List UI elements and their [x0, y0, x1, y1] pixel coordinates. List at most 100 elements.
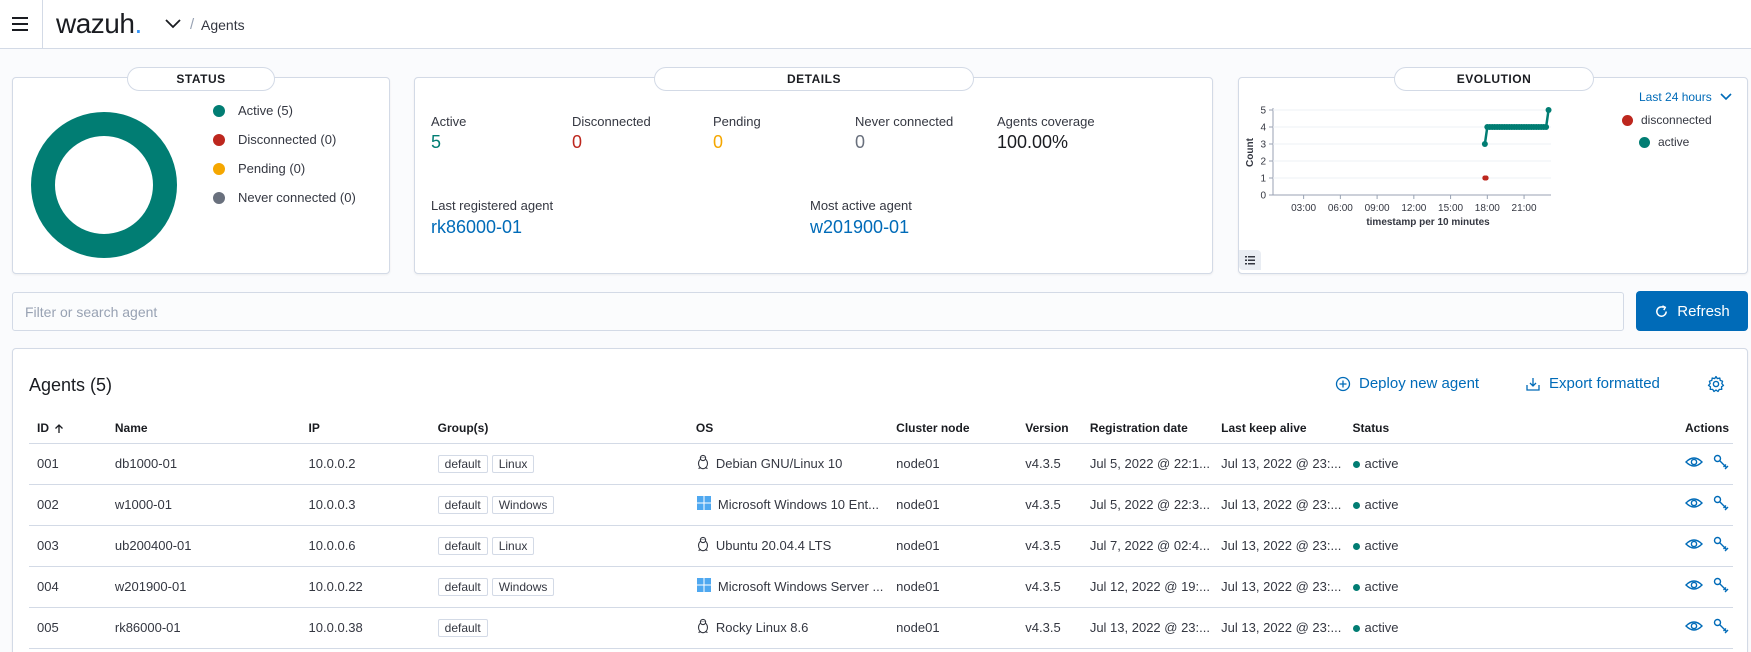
- group-tag[interactable]: default: [437, 536, 488, 555]
- table-row[interactable]: 005 rk86000-01 10.0.0.38 default Rocky Linux…: [29, 607, 1733, 649]
- cell-status: active: [1344, 566, 1474, 608]
- detail-stat-value[interactable]: 0: [855, 132, 865, 153]
- column-header[interactable]: Registration date: [1081, 413, 1214, 444]
- eye-icon[interactable]: [1685, 578, 1703, 595]
- wrench-icon[interactable]: [1713, 495, 1729, 514]
- table-row[interactable]: 002 w1000-01 10.0.0.3 default Windows Microso…: [29, 484, 1733, 526]
- status-legend-item[interactable]: Active (5): [213, 103, 293, 118]
- column-header[interactable]: IP: [300, 413, 430, 444]
- column-header[interactable]: ID: [29, 413, 107, 444]
- deploy-new-agent-button[interactable]: Deploy new agent: [1335, 375, 1479, 392]
- wrench-icon[interactable]: [1713, 454, 1729, 473]
- group-tag[interactable]: Windows: [491, 495, 555, 514]
- table-row[interactable]: 004 w201900-01 10.0.0.22 default Windows Micr…: [29, 566, 1733, 608]
- column-header[interactable]: Group(s): [429, 413, 688, 444]
- eye-icon[interactable]: [1685, 496, 1703, 513]
- cell-cluster-node: node01: [888, 525, 1018, 567]
- status-dot-1: [213, 133, 225, 146]
- last-registered-agent-link[interactable]: rk86000-01: [431, 217, 522, 238]
- eye-icon[interactable]: [1685, 537, 1703, 554]
- cell-registration-date: Jul 7, 2022 @ 02:4...: [1081, 525, 1214, 567]
- column-header[interactable]: Name: [106, 413, 301, 444]
- status-legend-item[interactable]: Never connected (0): [213, 190, 356, 205]
- chevron-down-icon[interactable]: [164, 18, 182, 30]
- group-tag[interactable]: default: [437, 495, 488, 514]
- wrench-icon[interactable]: [1713, 618, 1729, 637]
- status-legend-label: Pending (0): [238, 161, 306, 176]
- evolution-panel: EVOLUTION Last 24 hours disconnected acti…: [1238, 67, 1748, 274]
- windows-icon: [696, 577, 712, 596]
- cell-last-keep-alive: Jul 13, 2022 @ 23:...: [1213, 443, 1345, 485]
- cell-version-text: v4.3.5: [1025, 538, 1061, 553]
- agents-table-title: Agents (5): [29, 375, 113, 395]
- detail-stat-label: Agents coverage: [997, 114, 1095, 129]
- column-header[interactable]: Version: [1017, 413, 1082, 444]
- last-registered-label: Last registered agent: [431, 198, 554, 213]
- cell-ip: 10.0.0.22: [300, 566, 430, 608]
- cell-ip: 10.0.0.6: [300, 525, 430, 567]
- status-active-dot: [1352, 502, 1360, 510]
- wazuh-logo[interactable]: wazuh.: [56, 8, 142, 40]
- table-row[interactable]: 003 ub200400-01 10.0.0.6 default Linux Ubuntu…: [29, 525, 1733, 567]
- status-legend-label: Active (5): [238, 103, 293, 118]
- wrench-icon[interactable]: [1713, 536, 1729, 555]
- refresh-button[interactable]: Refresh: [1636, 291, 1748, 331]
- evolution-legend-item[interactable]: active: [1639, 135, 1689, 149]
- time-range-selector[interactable]: Last 24 hours: [1639, 90, 1732, 104]
- cell-last-keep-alive-text: Jul 13, 2022 @ 23:...: [1221, 456, 1342, 471]
- wrench-icon[interactable]: [1713, 577, 1729, 596]
- gear-icon[interactable]: [1707, 375, 1725, 393]
- evolution-legend-item[interactable]: disconnected: [1622, 113, 1712, 127]
- status-dot-3: [213, 191, 225, 204]
- os-name: Debian GNU/Linux 10: [715, 456, 843, 471]
- group-tag[interactable]: Linux: [491, 536, 535, 555]
- cell-registration-date-text: Jul 13, 2022 @ 23:...: [1089, 620, 1210, 635]
- column-header[interactable]: Status: [1344, 413, 1474, 444]
- group-tag[interactable]: Linux: [491, 454, 535, 473]
- export-formatted-button[interactable]: Export formatted: [1525, 375, 1660, 392]
- column-header[interactable]: Actions: [1473, 413, 1733, 444]
- y-tick-label: 2: [1260, 157, 1266, 168]
- status-legend-item[interactable]: Disconnected (0): [213, 132, 336, 147]
- group-tag[interactable]: Windows: [491, 577, 555, 596]
- group-tag[interactable]: default: [437, 618, 488, 637]
- series-point-active: [1543, 124, 1550, 130]
- eye-icon[interactable]: [1685, 455, 1703, 472]
- detail-stat-value[interactable]: 0: [572, 132, 582, 153]
- group-tag[interactable]: default: [437, 577, 488, 596]
- cell-version-text: v4.3.5: [1025, 456, 1061, 471]
- cell-version: v4.3.5: [1017, 607, 1082, 649]
- cell-groups: default: [429, 607, 688, 649]
- group-tag[interactable]: default: [437, 454, 488, 473]
- agents-table-panel: Agents (5) Deploy new agent Export forma…: [12, 348, 1748, 652]
- column-header[interactable]: Last keep alive: [1213, 413, 1345, 444]
- status-legend-item[interactable]: Pending (0): [213, 161, 305, 176]
- column-header-label: ID: [37, 420, 49, 435]
- cell-status: active: [1344, 525, 1474, 567]
- x-tick-label: 09:00: [1365, 203, 1390, 214]
- eye-icon[interactable]: [1685, 619, 1703, 636]
- legend-toggle-button[interactable]: [1239, 250, 1261, 270]
- evolution-legend-dot: [1639, 136, 1650, 148]
- os-name: Rocky Linux 8.6: [715, 620, 809, 635]
- detail-stat-label: Active: [431, 114, 467, 129]
- detail-stat-value[interactable]: 0: [713, 132, 723, 153]
- menu-icon[interactable]: [12, 17, 28, 31]
- x-tick-label: 12:00: [1401, 203, 1426, 214]
- cell-actions: [1473, 443, 1733, 485]
- cell-last-keep-alive-text: Jul 13, 2022 @ 23:...: [1221, 620, 1342, 635]
- breadcrumb-separator: /: [190, 16, 195, 33]
- detail-stat-value[interactable]: 5: [431, 132, 441, 153]
- agent-search-input[interactable]: [12, 292, 1624, 331]
- column-header-label: Name: [114, 420, 148, 435]
- status-active-dot: [1352, 461, 1360, 469]
- table-row[interactable]: 001 db1000-01 10.0.0.2 default Linux Debian G…: [29, 443, 1733, 485]
- os-wrapper: Microsoft Windows 10 Ent...: [696, 495, 888, 514]
- column-header[interactable]: OS: [687, 413, 889, 444]
- details-title: DETAILS: [654, 67, 974, 91]
- series-point-active: [1481, 141, 1488, 147]
- column-header[interactable]: Cluster node: [888, 413, 1018, 444]
- plus-circle-icon: [1335, 376, 1351, 391]
- most-active-agent-link[interactable]: w201900-01: [810, 217, 909, 238]
- cell-version-text: v4.3.5: [1025, 620, 1061, 635]
